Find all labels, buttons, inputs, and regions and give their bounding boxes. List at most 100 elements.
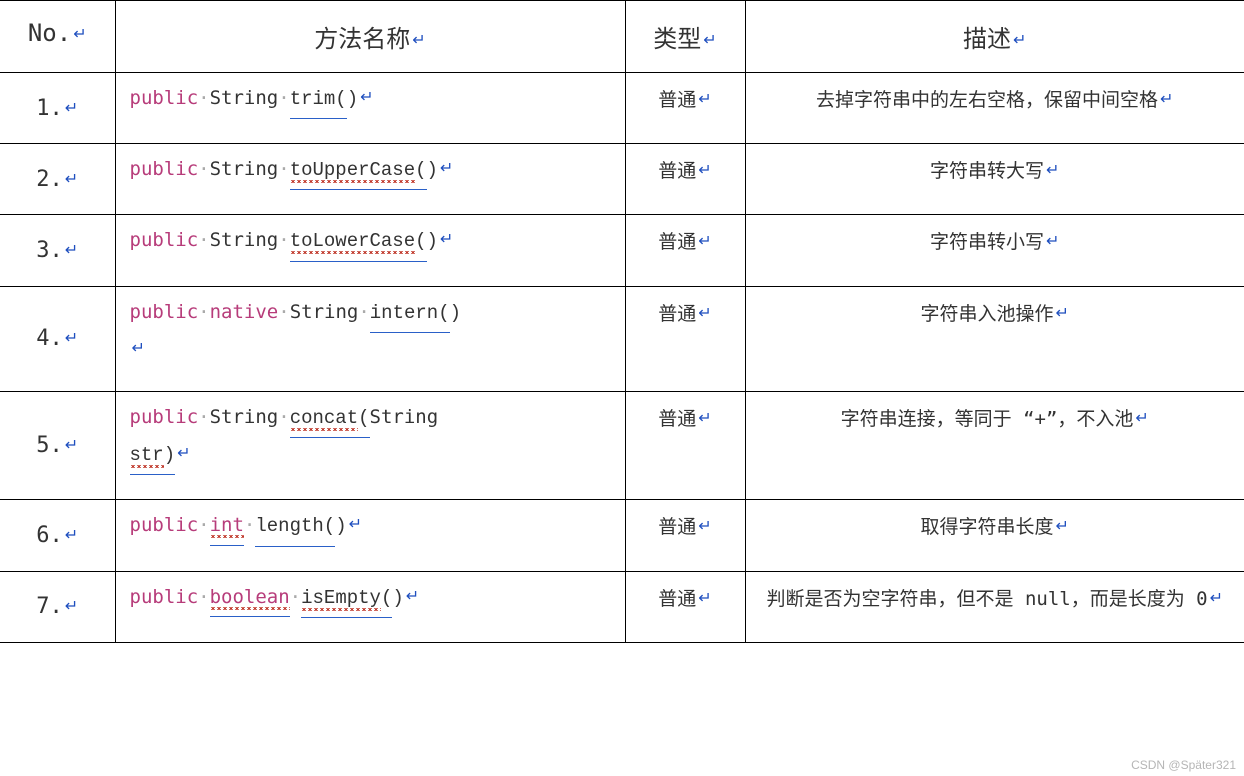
para-mark-icon: ↵: [175, 445, 190, 462]
para-mark-icon: ↵: [71, 26, 86, 43]
para-mark-icon: ↵: [410, 32, 425, 49]
method-name: toLowerCase(: [290, 224, 427, 261]
keyword: native: [210, 301, 279, 323]
space-dot-icon: ·: [198, 229, 209, 251]
method-type: 普通↵: [625, 500, 745, 571]
para-mark-icon: ↵: [63, 437, 78, 454]
para-mark-icon: ↵: [347, 516, 362, 533]
keyword: public: [130, 87, 199, 109]
method-signature: public·String·toLowerCase()↵: [115, 215, 625, 286]
para-mark-icon: ↵: [63, 242, 78, 259]
keyword: public: [130, 406, 199, 428]
return-type: boolean: [210, 580, 290, 617]
para-mark-icon: ↵: [438, 231, 453, 248]
method-name: length(: [255, 509, 335, 546]
header-no: No.↵: [0, 1, 115, 73]
keyword: public: [130, 229, 199, 251]
para-mark-icon: ↵: [1208, 590, 1223, 607]
keyword: public: [130, 586, 199, 608]
header-type: 类型↵: [625, 1, 745, 73]
method-signature: public·native·String·intern() ↵: [115, 286, 625, 391]
return-type: String: [210, 229, 279, 251]
method-desc: 字符串连接，等同于 “+”，不入池↵: [745, 391, 1244, 499]
return-type: String: [290, 301, 359, 323]
method-signature: public·String·trim()↵: [115, 73, 625, 144]
space-dot-icon: ·: [290, 586, 301, 608]
return-type: String: [210, 158, 279, 180]
para-mark-icon: ↵: [696, 305, 711, 322]
para-mark-icon: ↵: [358, 89, 373, 106]
return-type: String: [210, 87, 279, 109]
space-dot-icon: ·: [278, 229, 289, 251]
method-name: trim(: [290, 82, 347, 119]
para-mark-icon: ↵: [1054, 305, 1069, 322]
return-type: String: [210, 406, 279, 428]
header-name: 方法名称↵: [115, 1, 625, 73]
methods-table: No.↵ 方法名称↵ 类型↵ 描述↵ 1.↵ public·String·tri…: [0, 0, 1244, 643]
row-no: 2.↵: [0, 144, 115, 215]
method-name: intern(: [370, 296, 450, 333]
method-desc: 去掉字符串中的左右空格，保留中间空格↵: [745, 73, 1244, 144]
para-mark-icon: ↵: [1054, 518, 1069, 535]
para-mark-icon: ↵: [1133, 410, 1148, 427]
table-row: 2.↵ public·String·toUpperCase()↵ 普通↵ 字符串…: [0, 144, 1244, 215]
para-mark-icon: ↵: [696, 91, 711, 108]
space-dot-icon: ·: [198, 158, 209, 180]
space-dot-icon: ·: [198, 586, 209, 608]
keyword: public: [130, 514, 199, 536]
method-desc: 字符串转大写↵: [745, 144, 1244, 215]
method-name: concat(: [290, 401, 370, 438]
para-mark-icon: ↵: [701, 32, 716, 49]
row-no: 5.↵: [0, 391, 115, 499]
space-dot-icon: ·: [198, 87, 209, 109]
return-type: int: [210, 508, 244, 545]
method-desc: 取得字符串长度↵: [745, 500, 1244, 571]
space-dot-icon: ·: [198, 514, 209, 536]
para-mark-icon: ↵: [1044, 162, 1059, 179]
table-row: 1.↵ public·String·trim()↵ 普通↵ 去掉字符串中的左右空…: [0, 73, 1244, 144]
space-dot-icon: ·: [198, 301, 209, 323]
method-type: 普通↵: [625, 286, 745, 391]
table-row: 5.↵ public·String·concat(String str)↵ 普通…: [0, 391, 1244, 499]
para-mark-icon: ↵: [130, 340, 145, 357]
method-signature: public·String·concat(String str)↵: [115, 391, 625, 499]
space-dot-icon: ·: [358, 301, 369, 323]
arg-type: String: [370, 406, 439, 428]
para-mark-icon: ↵: [63, 171, 78, 188]
row-no: 6.↵: [0, 500, 115, 571]
para-mark-icon: ↵: [696, 162, 711, 179]
space-dot-icon: ·: [278, 301, 289, 323]
keyword: public: [130, 301, 199, 323]
row-no: 3.↵: [0, 215, 115, 286]
watermark: CSDN @Später321: [1131, 758, 1236, 772]
space-dot-icon: ·: [278, 158, 289, 180]
method-signature: public·String·toUpperCase()↵: [115, 144, 625, 215]
row-no: 4.↵: [0, 286, 115, 391]
para-mark-icon: ↵: [1011, 32, 1026, 49]
row-no: 1.↵: [0, 73, 115, 144]
para-mark-icon: ↵: [696, 518, 711, 535]
para-mark-icon: ↵: [63, 330, 78, 347]
method-signature: public·int·length()↵: [115, 500, 625, 571]
method-type: 普通↵: [625, 215, 745, 286]
space-dot-icon: ·: [278, 406, 289, 428]
para-mark-icon: ↵: [696, 590, 711, 607]
para-mark-icon: ↵: [63, 100, 78, 117]
table-row: 4.↵ public·native·String·intern() ↵ 普通↵ …: [0, 286, 1244, 391]
header-desc: 描述↵: [745, 1, 1244, 73]
method-type: 普通↵: [625, 144, 745, 215]
method-desc: 判断是否为空字符串，但不是 null，而是长度为 0↵: [745, 571, 1244, 642]
para-mark-icon: ↵: [63, 527, 78, 544]
method-desc: 字符串转小写↵: [745, 215, 1244, 286]
arg-name: str): [130, 438, 176, 475]
method-signature: public·boolean·isEmpty()↵: [115, 571, 625, 642]
space-dot-icon: ·: [278, 87, 289, 109]
para-mark-icon: ↵: [696, 233, 711, 250]
keyword: public: [130, 158, 199, 180]
para-mark-icon: ↵: [63, 598, 78, 615]
table-header-row: No.↵ 方法名称↵ 类型↵ 描述↵: [0, 1, 1244, 73]
method-type: 普通↵: [625, 391, 745, 499]
space-dot-icon: ·: [244, 514, 255, 536]
para-mark-icon: ↵: [1158, 91, 1173, 108]
space-dot-icon: ·: [198, 406, 209, 428]
